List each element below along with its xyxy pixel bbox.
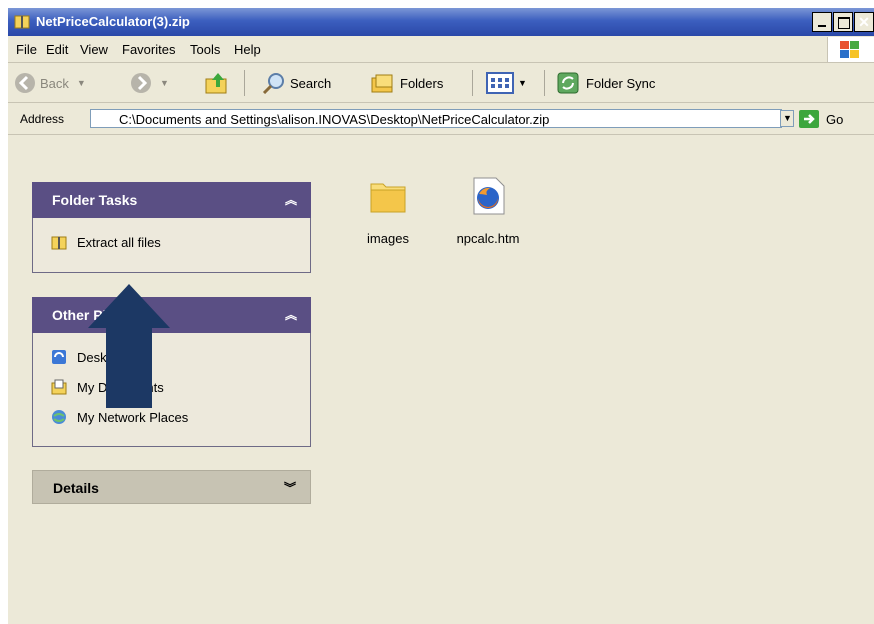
forward-arrow-icon bbox=[131, 73, 151, 93]
other-places-header[interactable]: Other Places ︽ bbox=[32, 297, 311, 333]
maximize-button[interactable] bbox=[833, 12, 853, 32]
my-documents-icon bbox=[51, 379, 67, 395]
up-folder-icon bbox=[205, 73, 227, 94]
toolbar-separator bbox=[244, 70, 245, 96]
views-icon bbox=[486, 72, 514, 94]
toolbar-separator bbox=[472, 70, 473, 96]
firefox-html-icon bbox=[473, 177, 505, 215]
folder-tasks-body: Extract all files bbox=[32, 218, 311, 273]
address-bar: Address C:\Documents and Settings\alison… bbox=[8, 104, 874, 135]
file-item-npcalc[interactable]: npcalc.htm bbox=[448, 176, 528, 246]
address-label: Address bbox=[20, 112, 65, 126]
network-places-icon bbox=[52, 410, 66, 424]
go-label: Go bbox=[826, 111, 844, 127]
menu-favorites[interactable]: Favorites bbox=[122, 42, 175, 57]
annotation-arrow bbox=[88, 284, 170, 408]
details-header[interactable]: Details ︾ bbox=[32, 470, 311, 504]
go-button[interactable]: Go bbox=[798, 109, 843, 129]
toolbar: Back ▼ ▼ Search Folders ▼ Folder Sync bbox=[8, 64, 874, 103]
folder-sync-label: Folder Sync bbox=[586, 75, 656, 91]
expand-chevron-icon[interactable]: ︾ bbox=[284, 479, 296, 496]
menu-view[interactable]: View bbox=[80, 42, 108, 57]
address-value: C:\Documents and Settings\alison.INOVAS\… bbox=[119, 112, 550, 127]
folder-sync-button[interactable]: Folder Sync bbox=[556, 72, 655, 94]
address-input[interactable]: C:\Documents and Settings\alison.INOVAS\… bbox=[90, 109, 782, 128]
close-button[interactable]: ✕ bbox=[854, 12, 874, 32]
title-bar[interactable]: NetPriceCalculator(3).zip ✕ bbox=[8, 8, 874, 36]
views-button[interactable]: ▼ bbox=[486, 72, 527, 94]
back-arrow-icon bbox=[15, 73, 35, 93]
folder-icon bbox=[370, 183, 406, 213]
forward-dropdown-icon[interactable]: ▼ bbox=[160, 78, 169, 88]
my-network-places-link[interactable]: My Network Places bbox=[51, 409, 188, 425]
search-icon bbox=[262, 73, 284, 94]
my-network-places-label: My Network Places bbox=[77, 409, 189, 425]
desktop-icon bbox=[52, 350, 66, 364]
folder-tasks-title: Folder Tasks bbox=[52, 192, 138, 208]
folders-label: Folders bbox=[400, 75, 444, 91]
menu-tools[interactable]: Tools bbox=[190, 42, 220, 57]
window-title: NetPriceCalculator(3).zip bbox=[36, 14, 190, 29]
toolbar-separator bbox=[544, 70, 545, 96]
collapse-chevron-icon[interactable]: ︽ bbox=[285, 306, 297, 323]
file-item-images[interactable]: images bbox=[348, 176, 428, 246]
search-button[interactable]: Search bbox=[262, 72, 331, 94]
folder-tasks-panel: Folder Tasks ︽ Extract all files bbox=[32, 182, 311, 273]
close-icon: ✕ bbox=[858, 14, 870, 30]
extract-all-files-link[interactable]: Extract all files bbox=[51, 234, 161, 250]
windows-logo bbox=[827, 37, 874, 62]
menu-help[interactable]: Help bbox=[234, 42, 261, 57]
explorer-window: NetPriceCalculator(3).zip ✕ File Edit Vi… bbox=[8, 8, 874, 624]
menu-edit[interactable]: Edit bbox=[46, 42, 68, 57]
details-panel: Details ︾ bbox=[32, 470, 311, 504]
file-name: images bbox=[367, 231, 409, 246]
menu-bar: File Edit View Favorites Tools Help bbox=[8, 37, 874, 63]
views-dropdown-icon[interactable]: ▼ bbox=[518, 78, 527, 88]
extract-all-files-label: Extract all files bbox=[77, 234, 161, 250]
menu-file[interactable]: File bbox=[16, 42, 37, 57]
forward-button[interactable]: ▼ bbox=[130, 72, 169, 94]
minimize-button[interactable] bbox=[812, 12, 832, 32]
zip-folder-icon bbox=[14, 15, 30, 29]
zip-folder-icon bbox=[51, 236, 67, 250]
folder-tasks-header[interactable]: Folder Tasks ︽ bbox=[32, 182, 311, 218]
back-button[interactable]: Back ▼ bbox=[14, 72, 86, 94]
go-arrow-icon bbox=[799, 110, 819, 128]
up-folder-button[interactable] bbox=[204, 72, 230, 94]
back-dropdown-icon[interactable]: ▼ bbox=[77, 78, 86, 88]
details-title: Details bbox=[53, 480, 99, 496]
file-name: npcalc.htm bbox=[456, 231, 520, 246]
folder-sync-icon bbox=[557, 72, 579, 94]
folders-button[interactable]: Folders bbox=[370, 72, 443, 94]
address-dropdown-button[interactable]: ▼ bbox=[780, 110, 794, 127]
collapse-chevron-icon[interactable]: ︽ bbox=[285, 191, 297, 208]
other-places-panel: Other Places ︽ Desktop My Documents My N… bbox=[32, 297, 311, 447]
chevron-down-icon: ▼ bbox=[783, 113, 792, 123]
folders-icon bbox=[371, 74, 393, 93]
back-label: Back bbox=[40, 75, 69, 91]
other-places-body: Desktop My Documents My Network Places bbox=[32, 333, 311, 447]
search-label: Search bbox=[290, 75, 332, 91]
